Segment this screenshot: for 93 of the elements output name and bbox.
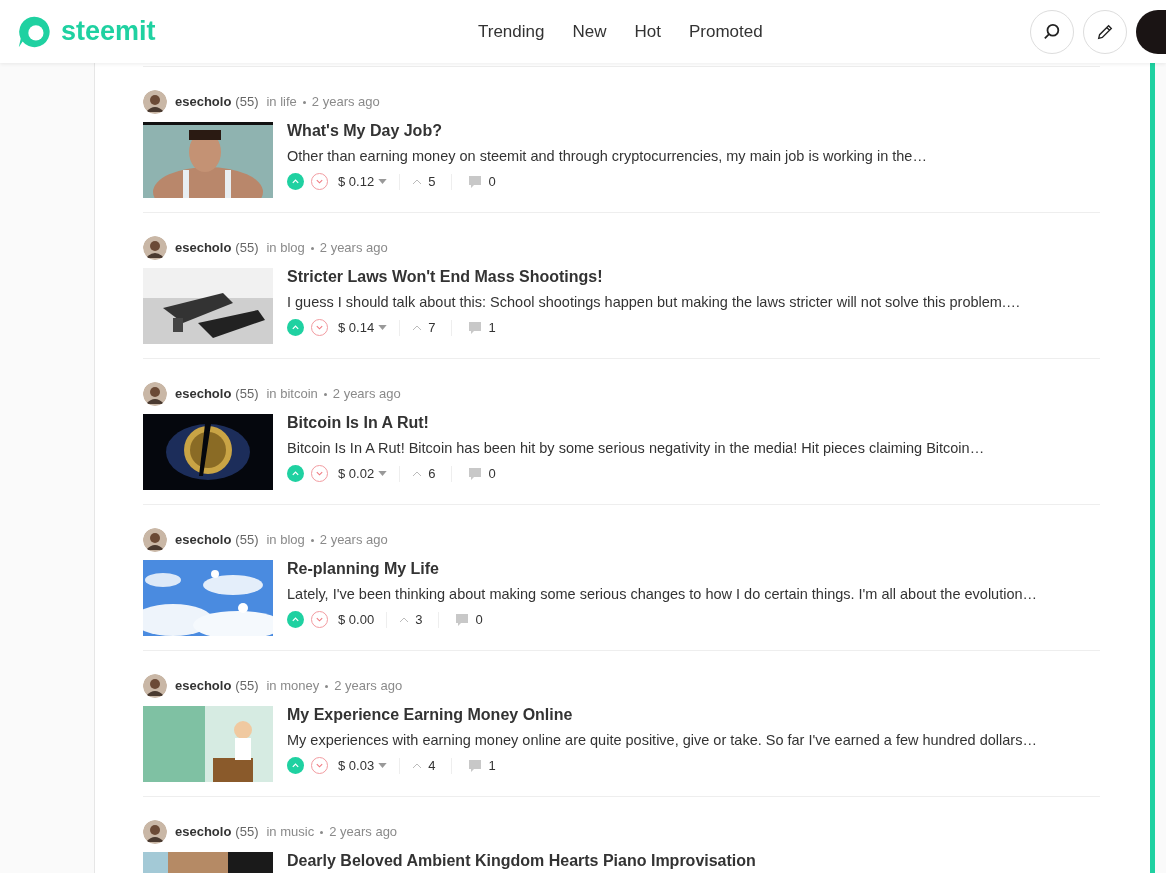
author-name[interactable]: esecholo — [175, 384, 232, 404]
category-link[interactable]: in music — [266, 822, 315, 842]
chevron-down-icon — [315, 761, 324, 771]
avatar[interactable] — [143, 236, 167, 260]
avatar[interactable] — [143, 674, 167, 698]
nav-link[interactable]: Hot — [634, 18, 661, 45]
post-excerpt[interactable]: I guess I should talk about this: School shootings happen but making the laws stricter will not solve this problem.… — [287, 292, 1021, 312]
chevron-up-icon — [412, 470, 423, 477]
avatar[interactable] — [143, 382, 167, 406]
post-title[interactable]: My Experience Earning Money Online — [287, 706, 1037, 724]
category-link[interactable]: in life — [266, 92, 297, 112]
vote-count[interactable]: 3 — [399, 610, 423, 630]
nav-link[interactable]: New — [572, 18, 607, 45]
post-title[interactable]: Dearly Beloved Ambient Kingdom Hearts Piano Improvisation — [287, 852, 756, 870]
comment-icon — [455, 612, 470, 627]
dot-separator-icon — [325, 684, 329, 688]
post-time: 2 years ago — [319, 531, 388, 550]
caret-down-icon — [378, 325, 388, 331]
post-time: 2 years ago — [311, 93, 380, 112]
post-time: 2 years ago — [329, 823, 398, 842]
comment-count[interactable]: 0 — [468, 172, 496, 192]
chevron-down-icon — [315, 469, 324, 479]
chevron-up-icon — [399, 616, 410, 623]
post-title[interactable]: Bitcoin Is In A Rut! — [287, 414, 985, 432]
chevron-up-icon — [412, 762, 423, 769]
post-excerpt[interactable]: Bitcoin Is In A Rut! Bitcoin has been hit by some serious negativity in the media! Hit pieces claiming Bitcoin… — [287, 438, 985, 458]
vote-count[interactable]: 7 — [412, 318, 436, 338]
dot-separator-icon — [302, 100, 306, 104]
comment-icon — [468, 320, 483, 335]
dot-separator-icon — [320, 830, 324, 834]
author-name[interactable]: esecholo — [175, 238, 232, 258]
comment-count[interactable]: 0 — [468, 464, 496, 484]
post-excerpt[interactable]: My experiences with earning money online are quite positive, give or take. So far I've earned a few hundred dollars… — [287, 730, 1037, 750]
payout-amount[interactable]: $ 0.12 — [338, 172, 388, 192]
post-title[interactable]: Stricter Laws Won't End Mass Shootings! — [287, 268, 1021, 286]
comment-icon — [468, 466, 483, 481]
nav-link[interactable]: Promoted — [688, 18, 763, 45]
post-title[interactable]: Re-planning My Life — [287, 560, 1038, 578]
comment-count[interactable]: 0 — [455, 610, 483, 630]
comment-icon — [468, 174, 483, 189]
author-name[interactable]: esecholo — [175, 530, 232, 550]
post-time: 2 years ago — [332, 385, 401, 404]
author-name[interactable]: esecholo — [175, 92, 232, 112]
vote-count[interactable]: 4 — [412, 756, 436, 776]
upvote-button[interactable] — [287, 465, 304, 483]
post-time: 2 years ago — [319, 239, 388, 258]
search-icon — [1043, 22, 1061, 41]
upvote-button[interactable] — [287, 319, 304, 337]
upvote-button[interactable] — [287, 611, 304, 629]
caret-down-icon — [378, 763, 388, 769]
chevron-down-icon — [315, 615, 324, 625]
post-time: 2 years ago — [334, 677, 403, 696]
chevron-up-icon — [412, 178, 423, 185]
upvote-button[interactable] — [287, 757, 304, 775]
reputation: (55) — [235, 385, 259, 404]
chevron-up-icon — [412, 324, 423, 331]
vote-count[interactable]: 6 — [412, 464, 436, 484]
category-link[interactable]: in money — [266, 676, 320, 696]
caret-down-icon — [378, 471, 388, 477]
nav-link[interactable]: Trending — [478, 18, 545, 45]
caret-down-icon — [378, 179, 388, 185]
category-link[interactable]: in bitcoin — [266, 384, 318, 404]
avatar[interactable] — [143, 528, 167, 552]
dot-separator-icon — [310, 246, 314, 250]
reputation: (55) — [235, 239, 259, 258]
reputation: (55) — [235, 823, 259, 842]
avatar[interactable] — [143, 90, 167, 114]
post-title[interactable]: What's My Day Job? — [287, 122, 927, 140]
chevron-down-icon — [315, 177, 324, 187]
comment-count[interactable]: 1 — [468, 756, 496, 776]
payout-amount[interactable]: $ 0.03 — [338, 756, 388, 776]
payout-amount[interactable]: $ 0.14 — [338, 318, 388, 338]
vote-count[interactable]: 5 — [412, 172, 436, 192]
pencil-icon — [1096, 22, 1114, 41]
chevron-down-icon — [315, 323, 324, 333]
author-name[interactable]: esecholo — [175, 676, 232, 696]
payout-amount[interactable]: $ 0.00 — [338, 610, 375, 630]
reputation: (55) — [235, 93, 259, 112]
post-excerpt[interactable]: Other than earning money on steemit and through cryptocurrencies, my main job is working in the… — [287, 146, 927, 166]
category-link[interactable]: in blog — [266, 238, 305, 258]
dot-separator-icon — [310, 538, 314, 542]
reputation: (55) — [235, 677, 259, 696]
payout-amount[interactable]: $ 0.02 — [338, 464, 388, 484]
upvote-button[interactable] — [287, 173, 304, 191]
reputation: (55) — [235, 531, 259, 550]
comment-count[interactable]: 1 — [468, 318, 496, 338]
user-avatar[interactable] — [1136, 9, 1166, 54]
avatar[interactable] — [143, 820, 167, 844]
comment-icon — [468, 758, 483, 773]
post-excerpt[interactable]: Lately, I've been thinking about making some serious changes to how I do certain things. I'm all about the evolution… — [287, 584, 1038, 604]
category-link[interactable]: in blog — [266, 530, 305, 550]
author-name[interactable]: esecholo — [175, 822, 232, 842]
dot-separator-icon — [323, 392, 327, 396]
